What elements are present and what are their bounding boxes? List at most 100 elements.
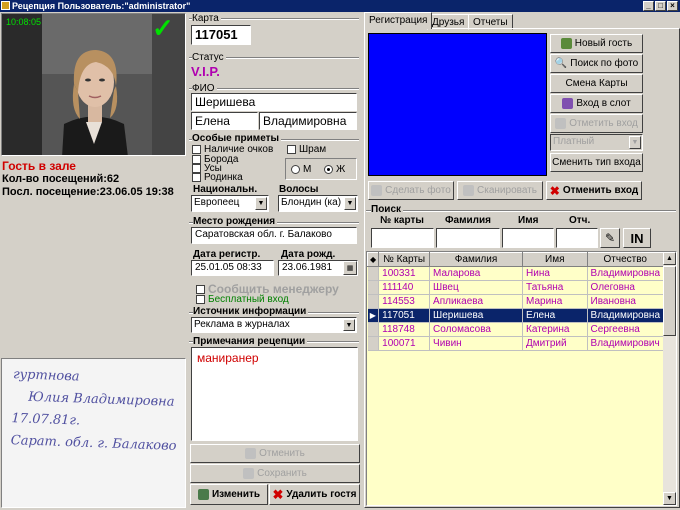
notify-manager-checkbox[interactable] <box>196 285 205 295</box>
female-radio[interactable] <box>324 164 333 174</box>
hair-select[interactable]: Блондин (ка) ▼ <box>278 195 358 212</box>
gender-male[interactable]: М <box>291 164 311 175</box>
vip-status: V.I.P. <box>191 64 220 79</box>
gender-female[interactable]: Ж <box>324 164 345 175</box>
close-button[interactable]: × <box>667 1 678 11</box>
table-row[interactable]: 114553 Апликаева Марина Ивановна <box>367 294 665 309</box>
cancel-icon <box>245 448 257 459</box>
free-entry[interactable]: Бесплатный вход <box>196 294 289 305</box>
scar-checkbox[interactable] <box>287 144 296 154</box>
maximize-button[interactable]: □ <box>655 1 666 11</box>
row-indicator-header: ◆ <box>367 252 380 267</box>
delete-icon: ✖ <box>272 486 284 502</box>
birthplace-field[interactable]: Саратовская обл. г. Балаково <box>191 227 357 244</box>
male-radio[interactable] <box>291 164 300 174</box>
guest-table: ◆ № Карты Фамилия Имя Отчество 100331 Мал… <box>366 251 677 506</box>
mark-entry-button[interactable]: Отметить вход <box>550 114 643 133</box>
check-icon: ✓ <box>152 13 174 43</box>
table-header-row: ◆ № Карты Фамилия Имя Отчество <box>367 252 665 267</box>
edit-icon <box>197 489 209 500</box>
change-card-button[interactable]: Смена Карты <box>550 74 643 93</box>
search-first-input[interactable] <box>502 228 554 248</box>
table-row-selected[interactable]: ▶ 117051 Шеришева Елена Владимировна <box>367 308 665 323</box>
mole-checkbox[interactable] <box>192 172 201 182</box>
window-title-bar: Рецепция Пользователь:"administrator" <box>0 0 680 12</box>
card-number-field[interactable]: 117051 <box>191 25 251 45</box>
scan-button[interactable]: Сканировать <box>457 181 543 200</box>
table-row[interactable]: 111140 Швец Татьяна Олеговна <box>367 280 665 295</box>
camera-preview <box>368 33 547 176</box>
card-label: Карта <box>192 13 221 24</box>
in-filter-button[interactable]: IN <box>623 228 651 248</box>
notes-label: Примечания рецепции <box>193 336 308 347</box>
app-icon <box>1 1 10 10</box>
nationality-select[interactable]: Европеец ▼ <box>191 195 269 212</box>
change-entry-type-button[interactable]: Сменить тип входа <box>550 153 643 172</box>
signature-scan: гуртнова Юлия Владимировна 17.07.81г. Са… <box>1 358 186 508</box>
cancel-button[interactable]: Отменить <box>190 444 360 463</box>
feature-mole[interactable]: Родинка <box>192 172 243 183</box>
guest-status: Гость в зале <box>2 159 76 173</box>
delete-guest-button[interactable]: ✖ Удалить гостя <box>269 484 360 505</box>
scroll-thumb[interactable] <box>663 266 676 336</box>
entry-icon <box>555 118 567 129</box>
new-guest-icon <box>560 38 572 49</box>
photo-timestamp: 10:08:05 <box>6 17 42 27</box>
nationality-label: Национальн. <box>193 184 258 195</box>
free-entry-checkbox[interactable] <box>196 294 205 304</box>
slot-icon <box>562 98 574 109</box>
vertical-scrollbar[interactable]: ▲ ▼ <box>663 252 676 505</box>
notes-textarea[interactable]: маниранер <box>191 347 358 441</box>
birthplace-label: Место рождения <box>193 216 278 227</box>
last-name-field[interactable]: Шеришева <box>191 93 357 111</box>
chevron-down-icon[interactable]: ▼ <box>343 319 355 331</box>
save-button[interactable]: Сохранить <box>190 464 360 483</box>
last-visit: Посл. посещение:23.06.05 19:38 <box>2 186 174 198</box>
take-photo-button[interactable]: Сделать фото <box>368 181 454 200</box>
chevron-down-icon[interactable]: ▼ <box>629 136 641 149</box>
birth-date-label: Дата рожд. <box>281 249 336 260</box>
source-label: Источник информации <box>193 306 309 317</box>
search-card-input[interactable] <box>371 228 434 248</box>
chevron-down-icon[interactable]: ▼ <box>344 197 356 210</box>
table-row[interactable]: 100071 Чивин Дмитрий Владимирович <box>367 336 665 351</box>
source-select[interactable]: Реклама в журналах ▼ <box>191 317 357 333</box>
chevron-down-icon[interactable]: ▼ <box>255 197 267 210</box>
col-header-card[interactable]: № Карты <box>378 252 431 267</box>
col-header-last-name[interactable]: Фамилия <box>429 252 524 267</box>
cross-icon: ✖ <box>549 183 560 198</box>
visit-count: Кол-во посещений:62 <box>2 173 120 185</box>
feature-scar[interactable]: Шрам <box>287 144 326 155</box>
middle-name-field[interactable]: Владимировна <box>259 112 357 130</box>
hair-label: Волосы <box>279 184 319 195</box>
features-label: Особые приметы <box>192 133 282 144</box>
enter-slot-button[interactable]: Вход в слот <box>550 94 643 113</box>
col-header-middle-name[interactable]: Отчество <box>586 252 665 267</box>
new-guest-button[interactable]: Новый гость <box>550 34 643 53</box>
clear-brush-icon[interactable]: ✎ <box>600 228 620 248</box>
edit-button[interactable]: Изменить <box>190 484 268 505</box>
table-row[interactable]: 118748 Соломасова Катерина Сергеевна <box>367 322 665 337</box>
search-middle-input[interactable] <box>556 228 598 248</box>
entry-type-select[interactable]: Платный ▼ <box>550 134 643 151</box>
signature-line: Сарат. обл. г. Балаково <box>10 433 177 454</box>
search-middle-label: Отч. <box>569 215 591 226</box>
minimize-button[interactable]: _ <box>643 1 654 11</box>
glasses-checkbox[interactable] <box>192 144 201 154</box>
search-card-label: № карты <box>380 215 424 226</box>
scroll-down-icon[interactable]: ▼ <box>663 492 676 505</box>
cancel-entry-button[interactable]: ✖ Отменить вход <box>546 181 642 200</box>
tab-registration[interactable]: Регистрация <box>364 12 433 29</box>
reg-date-field[interactable]: 25.01.05 08:33 <box>191 260 274 276</box>
search-last-input[interactable] <box>436 228 500 248</box>
col-header-first-name[interactable]: Имя <box>522 252 588 267</box>
first-name-field[interactable]: Елена <box>191 112 258 130</box>
current-row-icon: ▶ <box>367 308 380 323</box>
table-row[interactable]: 100331 Маларова Нина Владимировна <box>367 266 665 281</box>
scroll-up-icon[interactable]: ▲ <box>663 252 676 265</box>
calendar-icon[interactable]: ▦ <box>343 261 357 275</box>
guest-photo: 10:08:05 ✓ <box>1 13 186 156</box>
search-last-label: Фамилия <box>445 215 491 226</box>
reg-date-label: Дата регистр. <box>193 249 261 260</box>
photo-search-button[interactable]: 🔍 Поиск по фото <box>550 54 643 73</box>
